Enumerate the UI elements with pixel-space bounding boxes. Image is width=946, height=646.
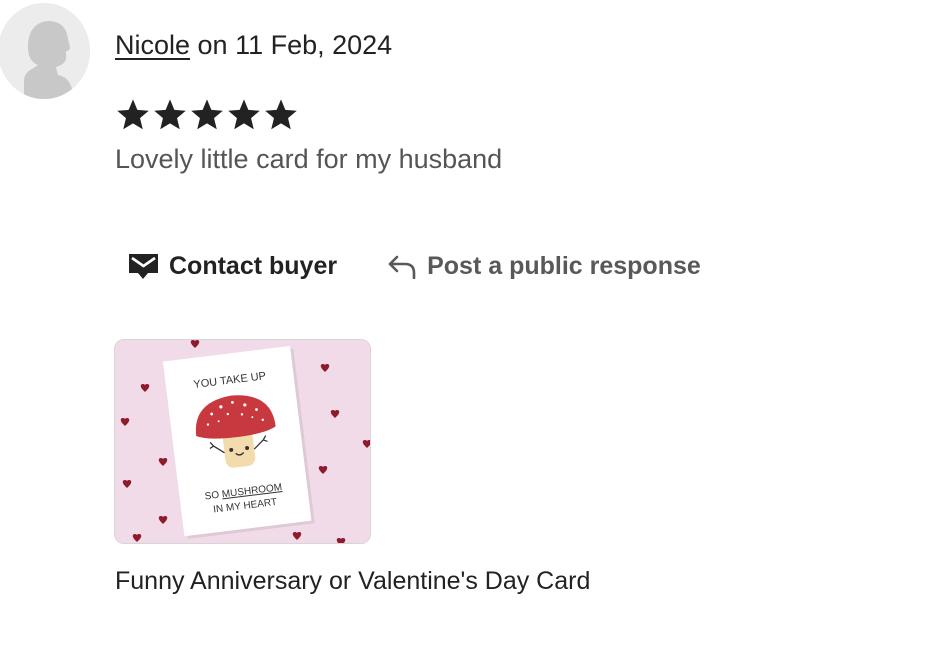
envelope-icon xyxy=(129,254,158,279)
review-date: 11 Feb, 2024 xyxy=(235,30,393,60)
review-meta: Nicole on 11 Feb, 2024 xyxy=(115,27,392,63)
default-user-icon xyxy=(0,3,90,99)
review-item: Nicole on 11 Feb, 2024 Lovely little car… xyxy=(0,0,946,646)
post-public-response-button[interactable]: Post a public response xyxy=(387,248,701,284)
product-thumbnail[interactable]: YOU TAKE UP SO MUSHROOM IN MY HEART xyxy=(114,339,371,544)
review-text: Lovely little card for my husband xyxy=(115,144,503,174)
contact-buyer-button[interactable]: Contact buyer xyxy=(128,248,337,284)
reviewer-avatar[interactable] xyxy=(0,3,90,99)
contact-buyer-label: Contact buyer xyxy=(169,252,338,280)
product-image: YOU TAKE UP SO MUSHROOM IN MY HEART xyxy=(115,340,370,543)
star-filled-icon xyxy=(117,99,149,130)
star-rating xyxy=(115,96,299,134)
star-filled-icon xyxy=(228,99,260,130)
reviewer-name-link[interactable]: Nicole xyxy=(115,30,190,60)
review-actions: Contact buyer Post a public response xyxy=(128,246,701,286)
star-filled-icon xyxy=(191,99,223,130)
post-public-response-label: Post a public response xyxy=(427,252,701,280)
date-prefix: on xyxy=(190,30,236,60)
star-filled-icon xyxy=(265,99,297,130)
reply-arrow-icon xyxy=(388,255,416,279)
star-filled-icon xyxy=(154,99,186,130)
product-title-link[interactable]: Funny Anniversary or Valentine's Day Car… xyxy=(115,563,590,599)
